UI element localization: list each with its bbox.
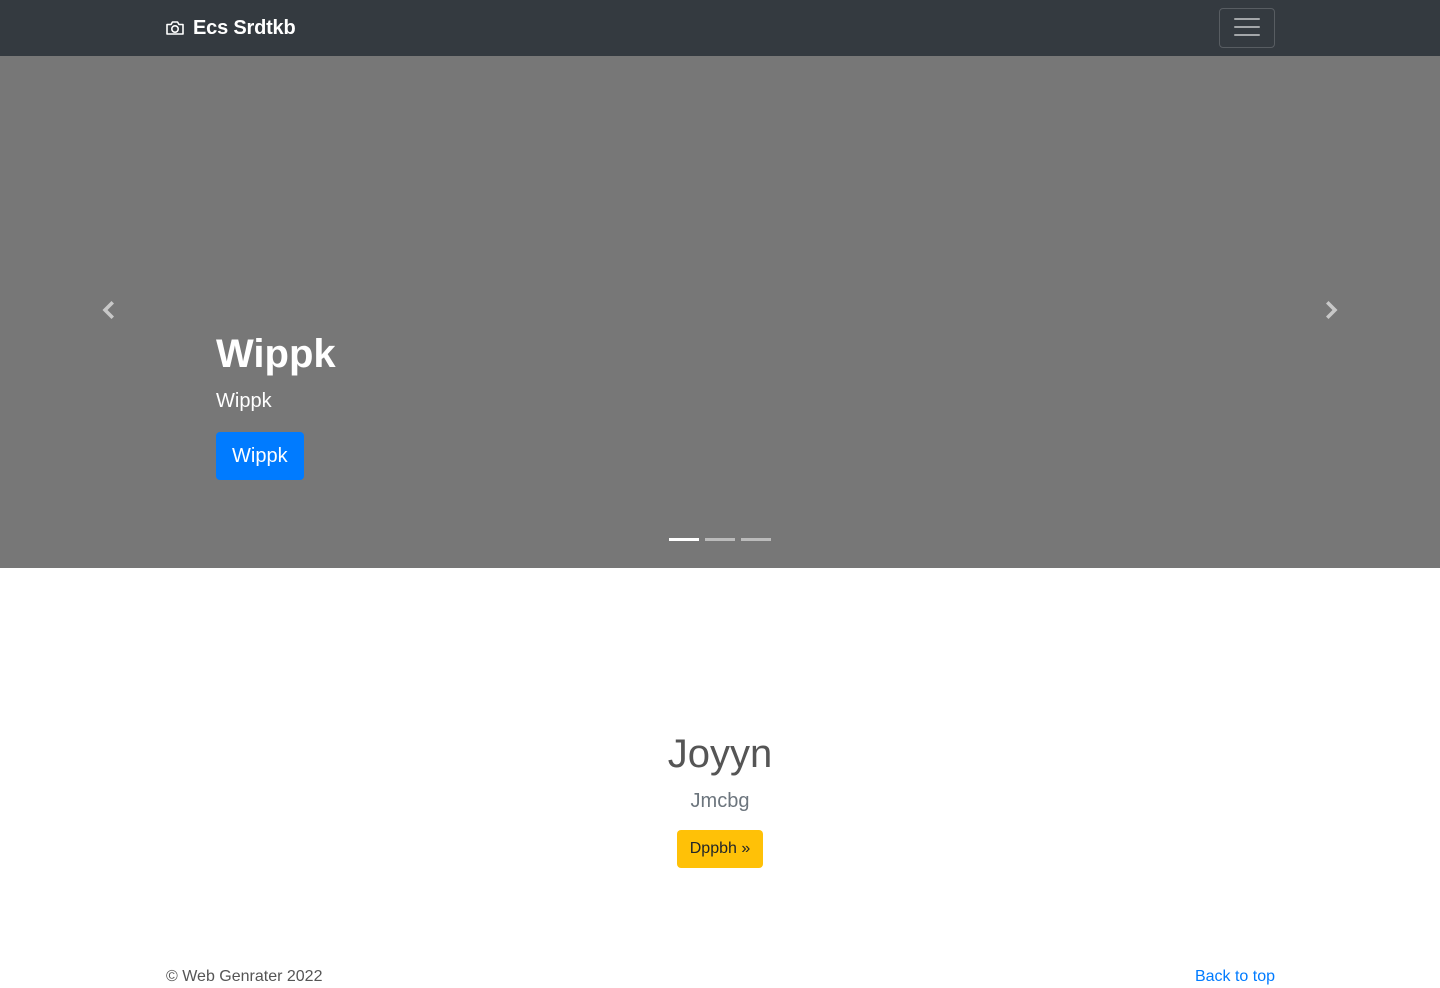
- carousel-text: Wippk: [216, 390, 272, 412]
- brand-label: Ecs Srdtkb: [193, 16, 296, 39]
- chevron-left-icon: [100, 300, 116, 325]
- main-heading: Joyyn: [667, 732, 773, 776]
- hamburger-menu-icon: [1234, 16, 1260, 41]
- top-navbar: Ecs Srdtkb: [0, 0, 1440, 56]
- carousel-cta-button[interactable]: Wippk: [216, 432, 304, 480]
- brand-link[interactable]: Ecs Srdtkb: [165, 14, 296, 42]
- hero-carousel: Wippk Wippk Wippk: [0, 56, 1440, 568]
- carousel-indicator-2[interactable]: [705, 538, 735, 541]
- carousel-caption: Wippk Wippk Wippk: [216, 330, 336, 480]
- carousel-next-button[interactable]: [1224, 56, 1440, 568]
- footer-copyright: © Web Genrater 2022: [166, 968, 323, 985]
- navbar-toggler-button[interactable]: [1219, 8, 1275, 48]
- back-to-top-link[interactable]: Back to top: [1195, 966, 1275, 988]
- carousel-indicators: [669, 538, 771, 541]
- camera-icon: [165, 18, 185, 38]
- main-lead-text: Jmcbg: [690, 790, 750, 812]
- carousel-heading: Wippk: [216, 332, 336, 376]
- main-action-button[interactable]: Dppbh »: [677, 830, 763, 868]
- chevron-right-icon: [1324, 300, 1340, 325]
- carousel-indicator-1[interactable]: [669, 538, 699, 541]
- carousel-prev-button[interactable]: [0, 56, 216, 568]
- carousel-indicator-3[interactable]: [741, 538, 771, 541]
